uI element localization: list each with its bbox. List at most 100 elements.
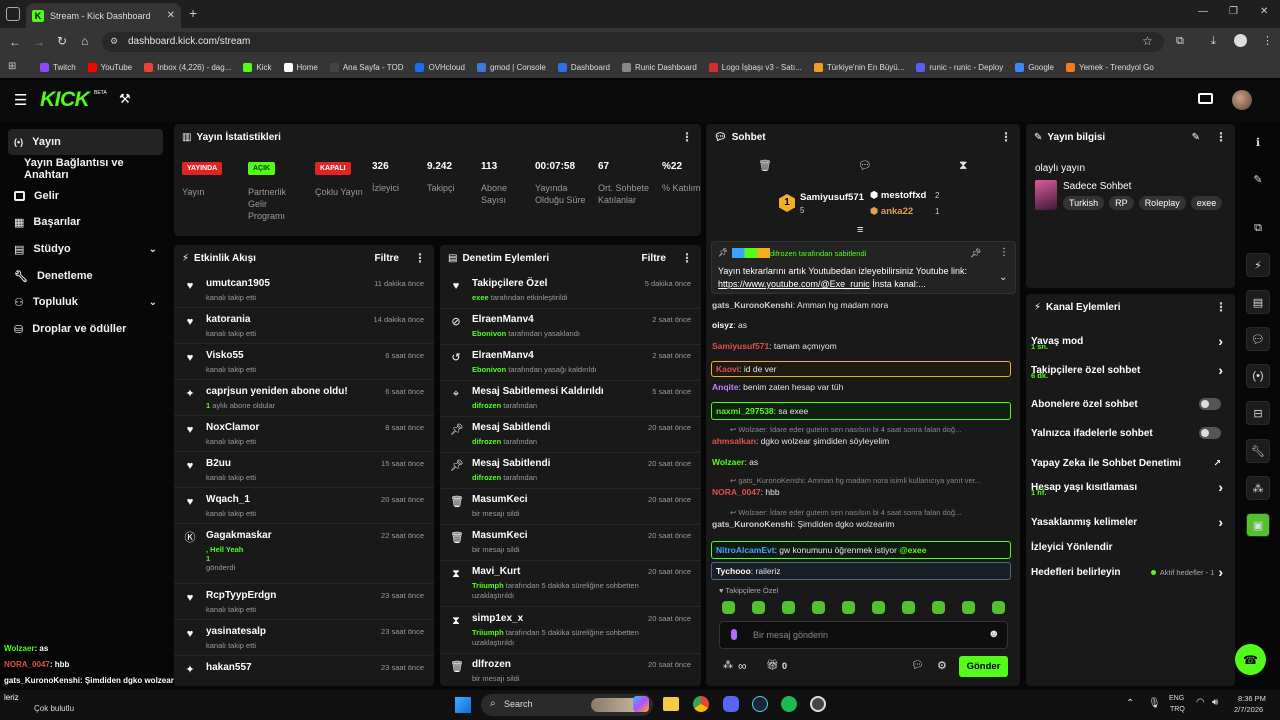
bookmark-item[interactable]: OVHcloud [409, 62, 470, 72]
leader-name[interactable]: Samiyusuf571 [800, 192, 864, 203]
moderation-row[interactable]: 🗑︎ MasumKeci bir mesajı sildi 20 saat önce [440, 525, 701, 561]
trash-icon[interactable]: 🗑︎ [758, 159, 772, 172]
channel-action-row[interactable]: Hedefleri belirleyin Aktif hedefler - 1 › [1031, 561, 1227, 583]
sidebar-item-gelir[interactable]: Gelir [8, 183, 163, 209]
bookmark-star-icon[interactable]: ☆ [1142, 34, 1153, 48]
chat-message[interactable]: Tychooo: raileriz [711, 562, 1011, 580]
chevron-down-icon[interactable]: ⌄ [999, 272, 1007, 283]
emote-icon[interactable] [842, 601, 855, 614]
hammer-icon[interactable]: ⚒ [119, 91, 131, 107]
forward-icon[interactable]: → [33, 35, 45, 49]
channel-action-row[interactable]: Yalnızca ifadelerle sohbet [1031, 422, 1227, 444]
user-avatar[interactable] [1232, 90, 1252, 110]
bookmark-item[interactable]: Google [1009, 62, 1060, 72]
moderation-row[interactable]: ⧗ Mavi_Kurt Triiumph tarafından 5 dakika s… [440, 561, 701, 607]
bookmark-item[interactable]: Dashboard [552, 62, 616, 72]
home-icon[interactable]: ⌂ [81, 34, 88, 48]
tag-chip[interactable]: exee [1190, 196, 1223, 210]
sidebar-item-basarilar[interactable]: ▦ Başarılar [8, 209, 163, 235]
channel-action-row[interactable]: Hesap yaşı kısıtlaması 1 hf. › [1031, 476, 1227, 498]
close-tab-icon[interactable]: ✕ [167, 10, 175, 21]
bookmark-item[interactable]: Kick [237, 62, 277, 72]
edit-icon[interactable]: ✎ [1192, 132, 1200, 143]
apps-icon[interactable]: ⊞ [8, 61, 16, 72]
sidebar-item-denetleme[interactable]: 🔧︎ Denetleme [8, 263, 163, 289]
bookmark-item[interactable]: runic - runic - Deploy [910, 62, 1009, 72]
sidebar-item-topluluk[interactable]: ⚇ Topluluk ⌄ [8, 289, 163, 315]
clock-time[interactable]: 8:36 PM [1238, 694, 1266, 703]
lightning-icon[interactable]: ⚡︎ [1246, 253, 1270, 277]
lang-top[interactable]: ENG [1169, 695, 1184, 702]
support-button[interactable]: ☎ [1235, 644, 1266, 675]
toggle-switch[interactable] [1199, 427, 1221, 439]
gift-icon[interactable]: 🎁︎ [766, 660, 779, 671]
sidebar-item-studyo[interactable]: ▤ Stüdyo ⌄ [8, 236, 163, 262]
volume-icon[interactable]: 🔊︎ [1212, 697, 1218, 708]
tab-search-button[interactable] [6, 7, 20, 21]
extensions-icon[interactable]: ⧉ [1176, 35, 1184, 48]
tag-chip[interactable]: Turkish [1063, 196, 1105, 210]
chat-username[interactable]: ahmsalkan [712, 436, 756, 446]
chat-username[interactable]: Tychooo [716, 566, 751, 576]
stats-more-icon[interactable]: ⋮ [681, 130, 693, 144]
channel-action-row[interactable]: Yavaş mod 1 sn. › [1031, 330, 1227, 352]
moderation-row[interactable]: 📌︎ Mesaj Sabitlendi difrozen tarafından 20 … [440, 453, 701, 489]
pinned-link[interactable]: https://www.youtube.com/@Exe_runic [718, 279, 870, 289]
leader-name[interactable]: ⬢ mestoffxd [870, 190, 926, 201]
activity-row[interactable]: ♥ RcpTyypErdgn kanalı takip etti 23 saat ön… [174, 585, 434, 620]
channel-action-row[interactable]: Yapay Zeka ile Sohbet Denetimi ↗ [1031, 452, 1227, 474]
settings-icon[interactable]: ⚙ [937, 659, 947, 672]
activity-row[interactable]: ♥ umutcan1905 kanalı takip etti 11 dakika ö… [174, 273, 434, 308]
activity-row[interactable]: ✦ hakan557 23 saat önce [174, 657, 434, 687]
moderation-row[interactable]: ⊘ ElraenManv4 Ebonivon tarafından yasaklan… [440, 309, 701, 345]
site-info-icon[interactable]: ⚙ [110, 36, 118, 47]
moderation-row[interactable]: 🗑︎ dlfrozen bir mesajı sildi 20 saat önce [440, 654, 701, 686]
community-icon[interactable]: ⁂ [1246, 476, 1270, 500]
chat-input[interactable]: Bir mesaj gönderin ☻ [719, 621, 1008, 649]
mic-icon[interactable] [731, 629, 737, 640]
image-icon[interactable]: ▣ [1246, 513, 1270, 537]
chat-message[interactable]: NitroAlcamEvt: gw konumunu öğrenmek isti… [711, 541, 1011, 559]
emote-icon[interactable] [812, 601, 825, 614]
file-explorer-icon[interactable] [663, 697, 679, 711]
emote-icon[interactable] [932, 601, 945, 614]
chat-icon[interactable]: 💬︎ [1246, 327, 1270, 351]
bookmark-item[interactable]: Türkiye'nin En Büyü... [808, 62, 911, 72]
chrome-icon[interactable] [693, 696, 709, 712]
moderation-row[interactable]: ⧗ simp1ex_x Triiumph tarafından 5 dakika s… [440, 608, 701, 654]
sidebar-item-stream-key[interactable]: Yayın Bağlantısı ve Anahtarı [8, 156, 168, 182]
chat-mention[interactable]: @exee [899, 545, 926, 555]
chat-message[interactable]: Anqite: benim zaten hesap var tüh [712, 382, 1012, 392]
address-bar[interactable]: ⚙ dashboard.kick.com/stream ☆ [102, 32, 1164, 52]
clock-date[interactable]: 2/7/2026 [1234, 705, 1263, 714]
sidebar-item-yayin[interactable]: (•) Yayın [8, 129, 163, 155]
crop-icon[interactable]: ⧉ [1246, 216, 1270, 240]
bookmark-item[interactable]: Home [278, 62, 324, 72]
layout-icon[interactable]: ⊟ [1246, 401, 1270, 425]
wifi-icon[interactable]: ◠ [1196, 697, 1205, 708]
activity-row[interactable]: ♥ Visko55 kanalı takip etti 6 saat önce [174, 345, 434, 380]
emote-icon[interactable] [722, 601, 735, 614]
bookmark-item[interactable]: Inbox (4,226) - dag... [138, 62, 237, 72]
bookmark-item[interactable]: Ana Sayfa - TOD [324, 62, 410, 72]
bookmark-item[interactable]: YouTube [82, 62, 138, 72]
chat-username[interactable]: Anqite [712, 382, 738, 392]
chat-more-icon[interactable]: ⋮ [1000, 130, 1012, 144]
chat-username[interactable]: naxmi_297538 [716, 406, 774, 416]
bookmark-item[interactable]: Logo İşbaşı v3 - Satı... [703, 62, 808, 72]
chat-icon[interactable]: 💬︎ [858, 159, 872, 172]
new-tab-button[interactable]: + [189, 5, 197, 21]
bookmark-item[interactable]: gmod | Console [471, 62, 552, 72]
tray-chevron-icon[interactable]: ⌃ [1126, 698, 1134, 709]
moderation-row[interactable]: 🗑︎ MasumKeci bir mesajı sildi 20 saat önce [440, 489, 701, 525]
activity-row[interactable]: ♥ B2uu kanalı takip etti 15 saat önce [174, 453, 434, 488]
chat-username[interactable]: Kaovi [716, 364, 739, 374]
steam-icon[interactable] [752, 696, 768, 712]
emote-icon[interactable] [752, 601, 765, 614]
activity-row[interactable]: ♥ katorania kanalı takip etti 14 dakika önc… [174, 309, 434, 344]
chat-bubble-icon[interactable]: 💬︎ [911, 660, 924, 671]
channel-action-row[interactable]: Abonelere özel sohbet [1031, 393, 1227, 415]
start-icon[interactable] [455, 697, 471, 713]
activity-row[interactable]: ♥ NoxClamor kanalı takip etti 8 saat önce [174, 417, 434, 452]
pencil-icon[interactable]: ✎ [1246, 167, 1270, 191]
